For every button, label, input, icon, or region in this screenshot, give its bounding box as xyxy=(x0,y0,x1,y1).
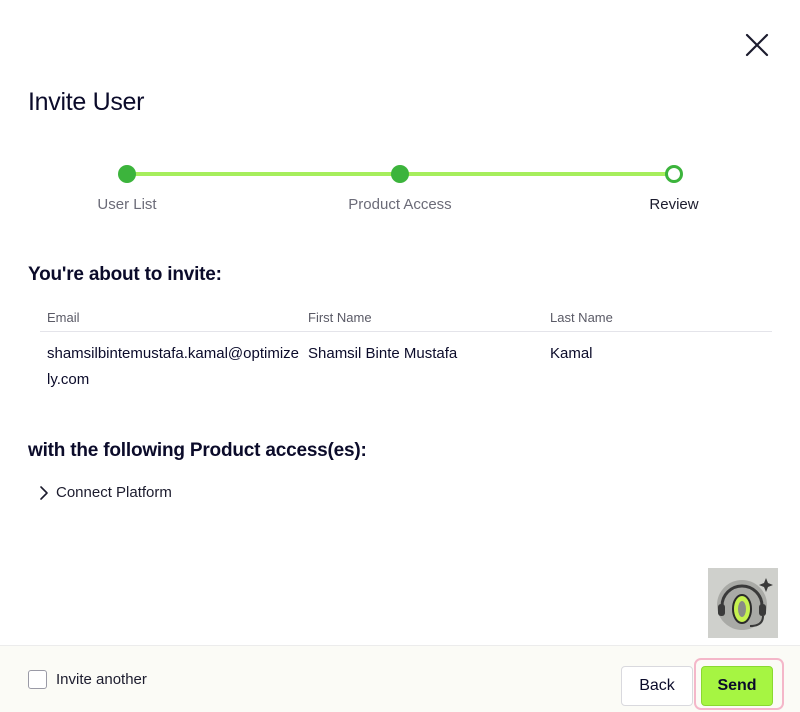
dialog-footer: Invite another Back Send xyxy=(0,645,800,712)
back-button[interactable]: Back xyxy=(621,666,693,706)
column-header-last-name: Last Name xyxy=(550,310,613,325)
step-label-user-list: User List xyxy=(97,196,157,213)
cell-email: shamsilbintemustafa.kamal@optimizely.com xyxy=(47,345,299,388)
step-marker-product-access xyxy=(391,165,409,183)
column-header-first-name: First Name xyxy=(308,310,372,325)
product-access-label: Connect Platform xyxy=(56,484,172,501)
close-button[interactable] xyxy=(742,30,772,60)
close-icon xyxy=(745,33,769,57)
cell-last-name: Kamal xyxy=(550,345,593,362)
product-access-item-connect-platform[interactable]: Connect Platform xyxy=(38,484,172,501)
send-button[interactable]: Send xyxy=(701,666,773,706)
dialog-title: Invite User xyxy=(28,88,145,116)
stepper-connector xyxy=(127,172,400,176)
step-label-product-access: Product Access xyxy=(348,196,452,213)
chevron-right-icon xyxy=(40,485,48,500)
table-row: shamsilbintemustafa.kamal@optimizely.com… xyxy=(40,332,772,393)
product-access-heading: with the following Product access(es): xyxy=(28,440,367,461)
stepper-connector xyxy=(400,172,674,176)
progress-stepper: User List Product Access Review xyxy=(0,160,800,220)
step-marker-review xyxy=(665,165,683,183)
invitee-table: Email First Name Last Name shamsilbintem… xyxy=(40,306,772,393)
invite-heading: You're about to invite: xyxy=(28,264,222,285)
support-assistant-icon xyxy=(717,578,773,630)
support-assistant-button[interactable] xyxy=(708,568,778,638)
table-header: Email First Name Last Name xyxy=(40,306,772,332)
step-label-review: Review xyxy=(649,196,699,213)
invite-another-label: Invite another xyxy=(56,671,147,688)
cell-first-name: Shamsil Binte Mustafa xyxy=(308,345,458,362)
invite-another-checkbox[interactable] xyxy=(28,670,47,689)
invite-another-toggle[interactable]: Invite another xyxy=(28,670,147,689)
step-marker-user-list xyxy=(118,165,136,183)
column-header-email: Email xyxy=(47,310,80,325)
